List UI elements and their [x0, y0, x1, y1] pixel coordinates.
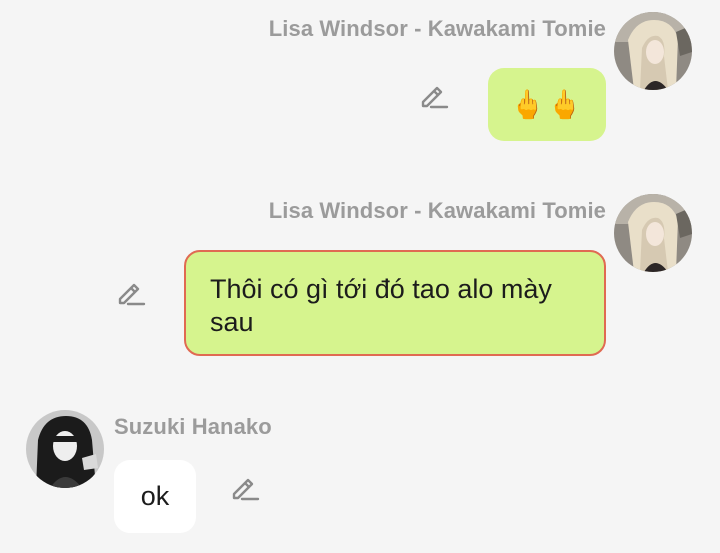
- chat-thread: Lisa Windsor - Kawakami Tomie 🖕🖕 Lisa Wi…: [0, 0, 720, 553]
- edit-icon[interactable]: [230, 472, 260, 502]
- sender-avatar[interactable]: [26, 410, 104, 488]
- edit-icon[interactable]: [419, 80, 449, 110]
- message-bubble[interactable]: 🖕🖕: [488, 68, 606, 141]
- sender-name: Lisa Windsor - Kawakami Tomie: [268, 16, 606, 41]
- message-text: ok: [140, 481, 170, 511]
- message-bubble[interactable]: ok: [114, 460, 196, 533]
- message-text: Thôi có gì tới đó tao alo mày sau: [210, 274, 552, 337]
- sender-name: Suzuki Hanako: [114, 414, 272, 439]
- sender-avatar[interactable]: [614, 12, 692, 90]
- sender-name: Lisa Windsor - Kawakami Tomie: [268, 198, 606, 223]
- sender-avatar[interactable]: [614, 194, 692, 272]
- edit-icon[interactable]: [116, 277, 146, 307]
- message-bubble[interactable]: Thôi có gì tới đó tao alo mày sau: [184, 250, 606, 356]
- message-text: 🖕🖕: [510, 89, 584, 120]
